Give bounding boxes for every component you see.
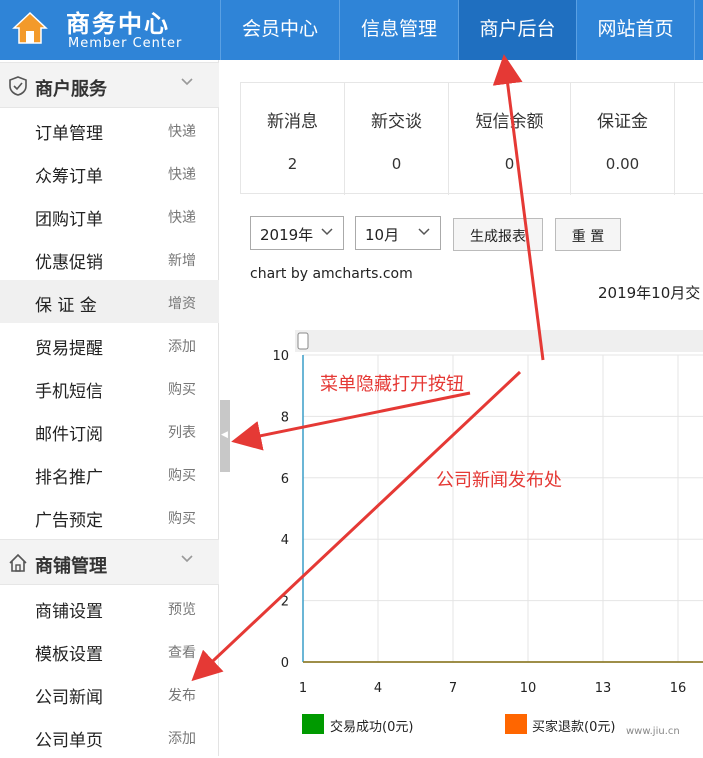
- x-tick-label: 7: [449, 681, 457, 696]
- y-tick-label: 6: [281, 472, 289, 487]
- legend-swatch-buyer-refund[interactable]: [505, 714, 527, 734]
- scrollbar-grip-icon[interactable]: [297, 332, 309, 350]
- legend-swatch-trade-success[interactable]: [302, 714, 324, 734]
- y-tick-label: 2: [281, 595, 289, 610]
- x-tick-label: 10: [520, 681, 537, 696]
- x-tick-label: 4: [374, 681, 382, 696]
- x-tick-label: 16: [670, 681, 687, 696]
- x-tick-label: 1: [299, 681, 307, 696]
- y-tick-label: 0: [281, 656, 289, 671]
- y-tick-label: 10: [272, 349, 289, 364]
- y-tick-label: 4: [281, 533, 289, 548]
- annotation-toggle-text: 菜单隐藏打开按钮: [320, 374, 464, 395]
- y-tick-label: 8: [281, 410, 289, 425]
- x-tick-label: 13: [595, 681, 612, 696]
- legend-buyer-refund[interactable]: 买家退款(0元): [532, 716, 615, 735]
- legend-trade-success[interactable]: 交易成功(0元): [330, 716, 413, 735]
- annotation-news-text: 公司新闻发布处: [436, 470, 562, 491]
- watermark: www.jiu.cn: [626, 726, 680, 737]
- chart-scrollbar[interactable]: [295, 330, 703, 352]
